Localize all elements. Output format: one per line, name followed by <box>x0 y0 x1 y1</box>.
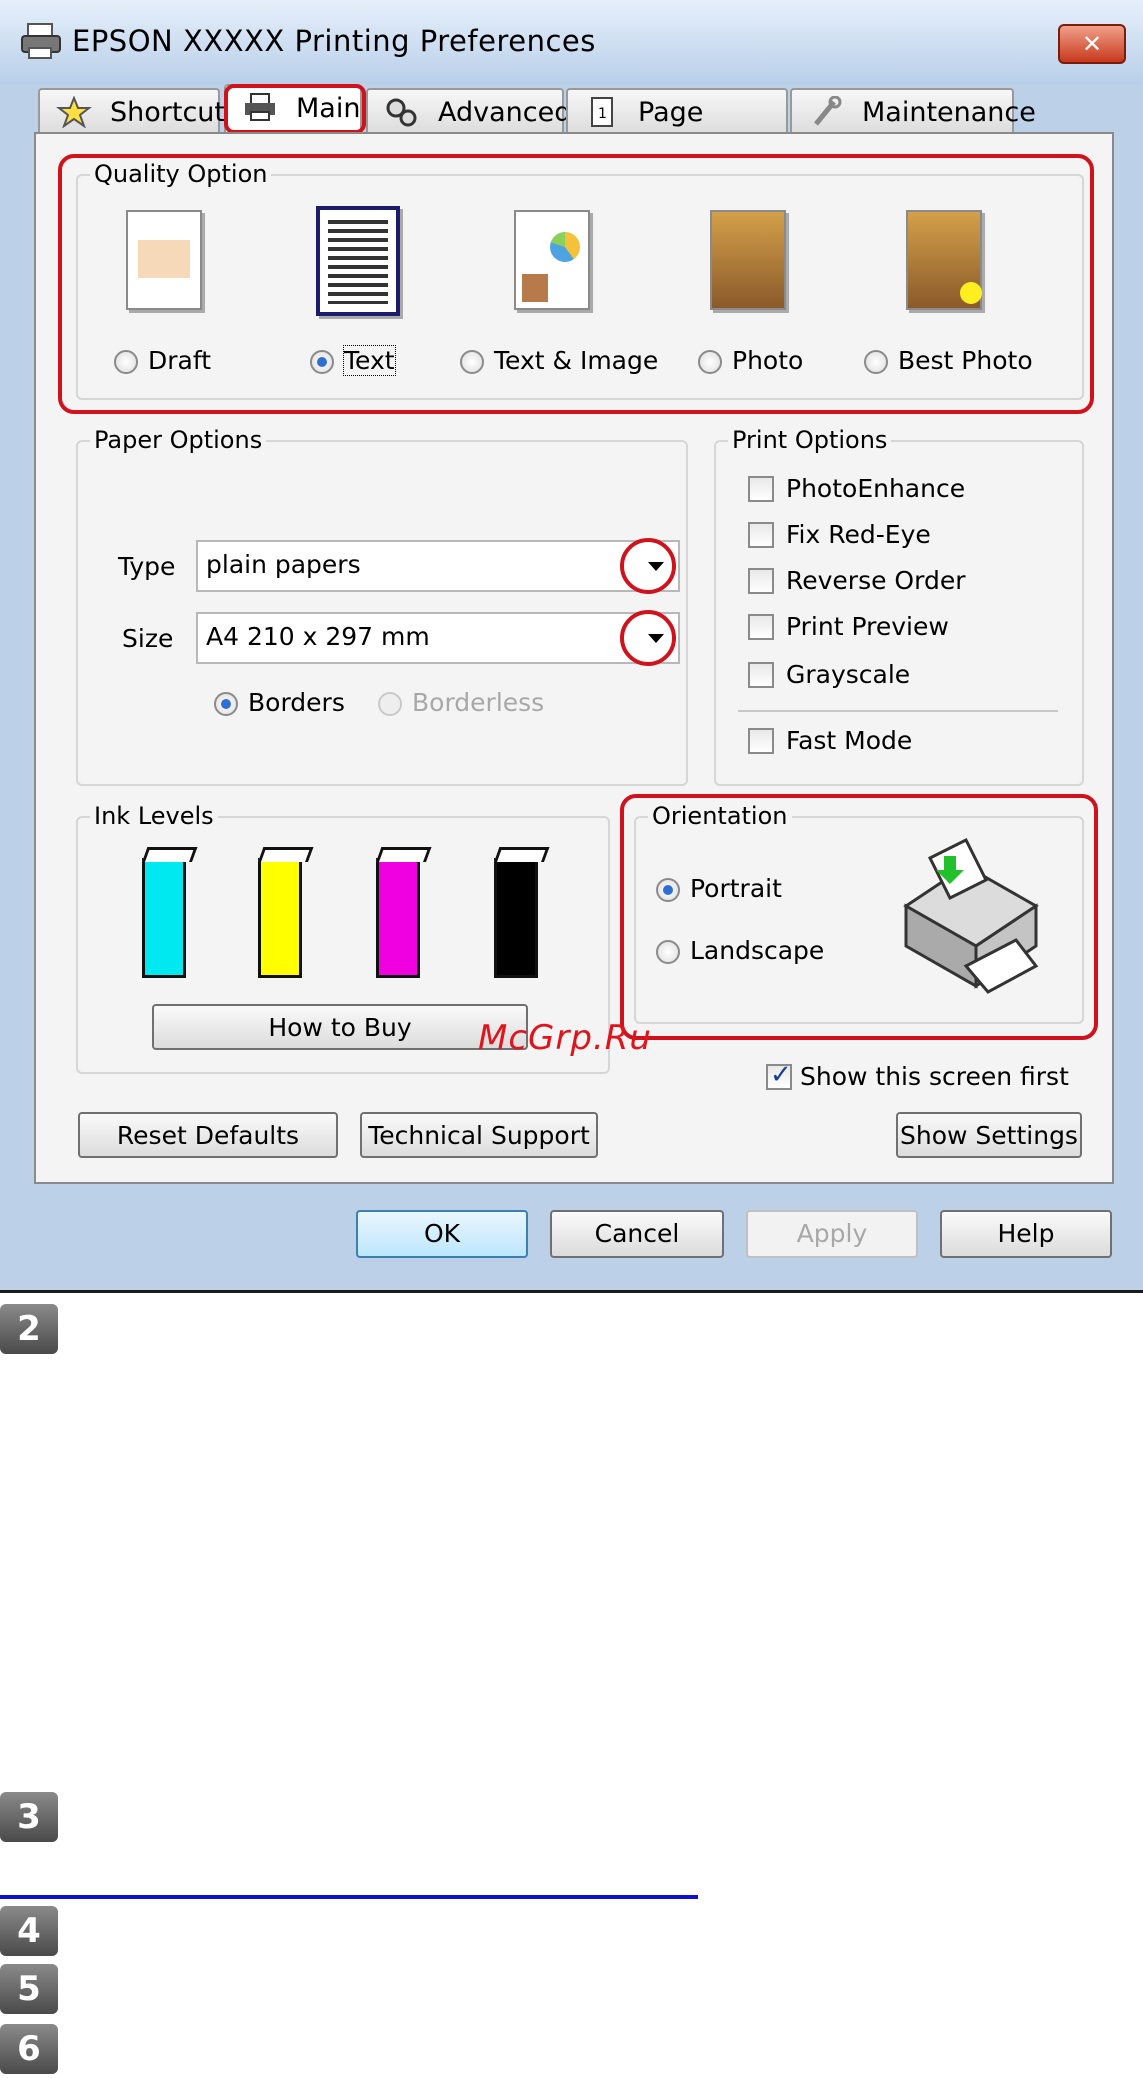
technical-support-button[interactable]: Technical Support <box>360 1112 598 1158</box>
fast-mode-label: Fast Mode <box>786 726 913 755</box>
grayscale-checkbox[interactable] <box>748 662 774 688</box>
size-label: Size <box>122 624 174 653</box>
photo-radio[interactable] <box>698 350 722 374</box>
gears-icon <box>386 98 417 127</box>
print-preview-checkbox[interactable] <box>748 614 774 640</box>
step-badge-6: 6 <box>0 2024 58 2074</box>
text-image-label: Text & Image <box>494 346 659 375</box>
fast-mode-checkbox[interactable] <box>748 728 774 754</box>
step-badge-2: 2 <box>0 1304 58 1354</box>
divider <box>738 710 1058 712</box>
link-underline[interactable] <box>0 1895 698 1899</box>
tab-label: Shortcuts <box>110 97 240 128</box>
window-title: EPSON XXXXX Printing Preferences <box>72 24 596 58</box>
tab-maintenance[interactable]: Maintenance <box>790 88 1036 134</box>
best-photo-radio[interactable] <box>864 350 888 374</box>
landscape-radio[interactable] <box>656 940 680 964</box>
reverse-order-checkbox[interactable] <box>748 568 774 594</box>
step-badge-4: 4 <box>0 1906 58 1956</box>
type-label: Type <box>118 552 176 581</box>
print-options-legend: Print Options <box>728 426 892 454</box>
close-button[interactable]: ✕ <box>1058 24 1126 64</box>
borderless-radio[interactable] <box>378 692 402 716</box>
type-dropdown-highlight <box>620 538 676 594</box>
portrait-radio[interactable] <box>656 878 680 902</box>
printer-orientation-icon <box>903 837 1039 994</box>
svg-text:1: 1 <box>598 106 607 122</box>
text-radio[interactable] <box>310 350 334 374</box>
paper-type-select[interactable]: plain papers <box>196 540 680 592</box>
text-label: Text <box>343 345 396 376</box>
reset-defaults-button[interactable]: Reset Defaults <box>78 1112 338 1158</box>
paper-legend: Paper Options <box>90 426 267 454</box>
show-first-checkbox[interactable] <box>766 1060 792 1090</box>
black-ink-bar <box>494 858 538 978</box>
paper-size-select[interactable]: A4 210 x 297 mm <box>196 612 680 664</box>
landscape-label: Landscape <box>690 936 825 965</box>
tab-shortcuts[interactable]: Shortcuts <box>38 88 239 134</box>
photo-label: Photo <box>732 346 804 375</box>
ink-legend: Ink Levels <box>90 802 218 830</box>
reverse-order-label: Reverse Order <box>786 566 966 595</box>
show-first-label: Show this screen first <box>800 1062 1069 1091</box>
best-photo-page-icon <box>906 210 982 310</box>
text-image-radio[interactable] <box>460 350 484 374</box>
best-photo-label: Best Photo <box>898 346 1033 375</box>
cancel-button[interactable]: Cancel <box>550 1210 724 1258</box>
wrench-icon <box>814 96 842 126</box>
tab-label: Maintenance <box>862 97 1036 128</box>
borderless-label: Borderless <box>412 688 545 717</box>
tab-advanced[interactable]: Advanced <box>366 88 571 134</box>
magenta-ink-bar <box>376 858 420 978</box>
cyan-ink-bar <box>142 858 186 978</box>
print-preview-label: Print Preview <box>786 612 949 641</box>
draft-radio[interactable] <box>114 350 138 374</box>
draft-label: Draft <box>148 346 212 375</box>
text-page-icon <box>316 206 400 316</box>
help-button[interactable]: Help <box>940 1210 1112 1258</box>
fix-red-eye-label: Fix Red-Eye <box>786 520 931 549</box>
photoenhance-checkbox[interactable] <box>748 476 774 502</box>
how-to-buy-button[interactable]: How to Buy <box>152 1004 528 1050</box>
yellow-ink-bar <box>258 858 302 978</box>
main-tab-highlight <box>224 84 366 134</box>
photo-page-icon <box>710 210 786 310</box>
draft-page-icon <box>126 210 202 310</box>
portrait-label: Portrait <box>690 874 782 903</box>
printer-icon <box>21 23 61 59</box>
page-icon: 1 <box>591 97 613 127</box>
step-badge-5: 5 <box>0 1964 58 2014</box>
photoenhance-label: PhotoEnhance <box>786 474 966 503</box>
title-bar[interactable]: EPSON XXXXX Printing Preferences ✕ <box>0 0 1143 84</box>
watermark: McGrp.Ru <box>478 1018 652 1058</box>
paper-type-value: plain papers <box>206 550 361 579</box>
printing-preferences-window: EPSON XXXXX Printing Preferences ✕ Short… <box>0 0 1143 1293</box>
step-badge-3: 3 <box>0 1792 58 1842</box>
grayscale-label: Grayscale <box>786 660 911 689</box>
paper-size-value: A4 210 x 297 mm <box>206 622 430 651</box>
fix-red-eye-checkbox[interactable] <box>748 522 774 548</box>
size-dropdown-highlight <box>620 610 676 666</box>
show-settings-button[interactable]: Show Settings <box>896 1112 1082 1158</box>
apply-button[interactable]: Apply <box>746 1210 918 1258</box>
tab-label: Advanced <box>438 97 572 128</box>
text-image-page-icon <box>514 210 590 310</box>
ok-button[interactable]: OK <box>356 1210 528 1258</box>
tab-page-layout[interactable]: 1 Page Layout <box>566 88 788 174</box>
borders-radio[interactable] <box>214 692 238 716</box>
borders-label: Borders <box>248 688 345 717</box>
star-icon <box>56 96 92 128</box>
